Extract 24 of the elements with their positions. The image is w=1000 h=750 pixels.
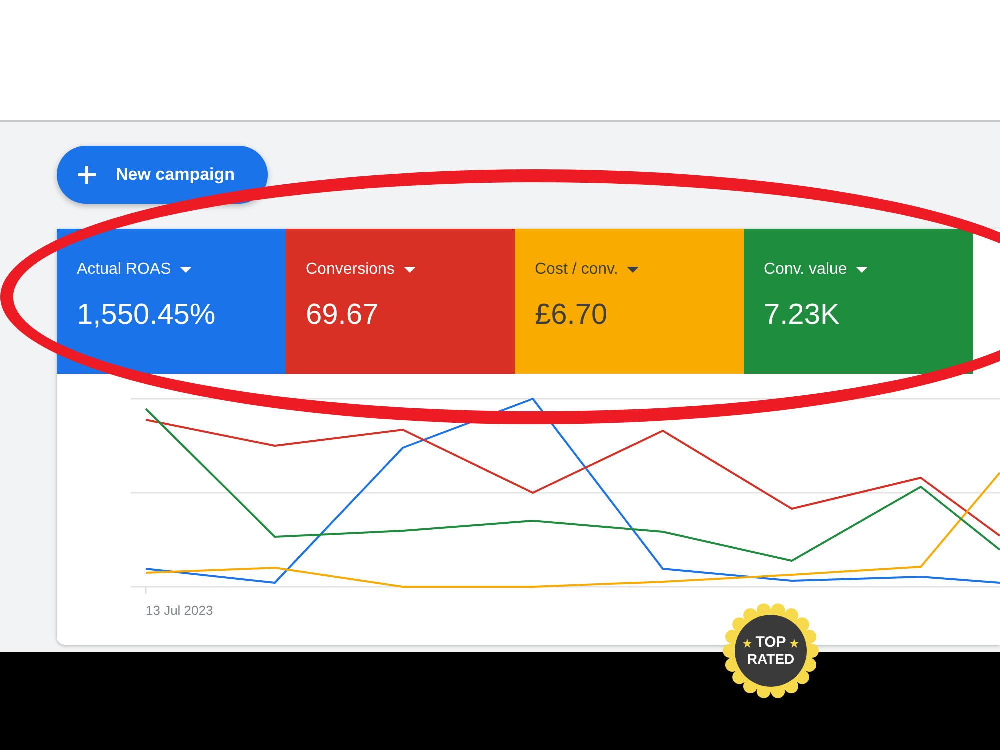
caret-icon (856, 267, 868, 273)
metric-dropdown[interactable]: Conv. value (764, 260, 868, 280)
caret-icon (627, 267, 640, 273)
star-icon (790, 638, 800, 648)
metric-value: £6.70 (535, 298, 608, 332)
new-campaign-button[interactable]: New campaign (57, 146, 268, 204)
caret-icon (404, 267, 416, 273)
metric-dropdown[interactable]: Cost / conv. (535, 260, 640, 280)
badge-text: RATED (747, 651, 795, 667)
metric-value: 1,550.45% (77, 298, 216, 332)
badge-text: TOP (756, 635, 786, 651)
metric-value: 7.23K (764, 298, 840, 332)
star-icon (742, 638, 752, 648)
metric-dropdown[interactable]: Conversions (306, 260, 416, 280)
metric-tile[interactable]: Cost / conv. £6.70 (515, 229, 744, 374)
plus-icon (77, 165, 97, 185)
caret-icon (180, 267, 192, 273)
x-axis-date: 13 Jul 2023 (146, 603, 214, 618)
metric-tile[interactable]: Actual ROAS 1,550.45% (57, 229, 286, 374)
metric-value: 69.67 (306, 298, 379, 332)
metric-tile[interactable]: Conv. value 7.23K (744, 229, 973, 374)
axis-tick (145, 587, 147, 594)
metric-tile[interactable]: Conversions 69.67 (286, 229, 515, 374)
metric-dropdown[interactable]: Actual ROAS (77, 260, 192, 280)
